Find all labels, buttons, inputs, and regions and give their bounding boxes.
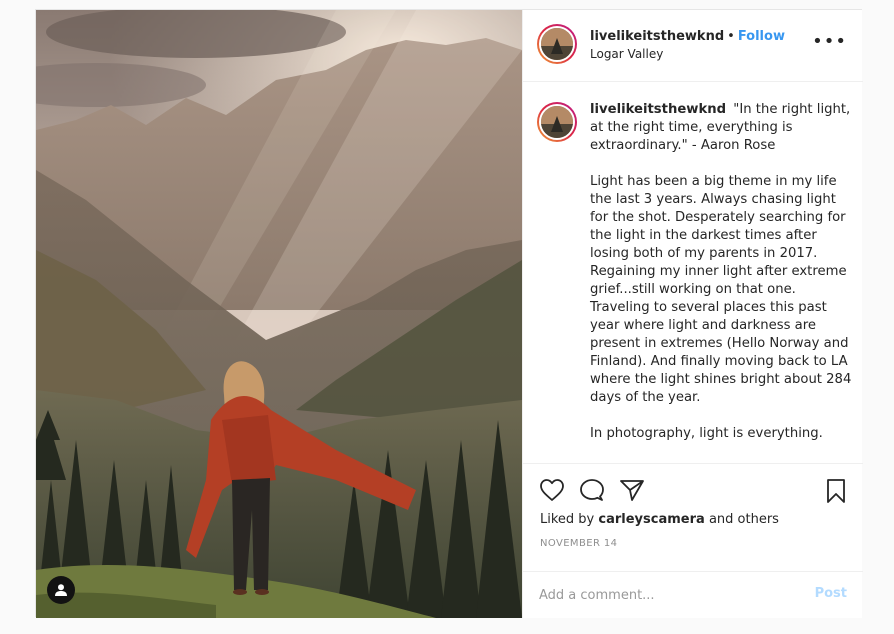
likes-prefix: Liked by (540, 512, 595, 527)
likes-suffix[interactable]: and others (709, 512, 779, 527)
avatar-image (541, 28, 573, 60)
heart-icon[interactable] (539, 478, 565, 502)
comment-input[interactable] (539, 584, 789, 606)
caption-avatar[interactable] (537, 102, 577, 142)
instagram-post: livelikeitsthewknd • Follow Logar Valley •… (35, 9, 863, 618)
liked-by-user[interactable]: carleyscamera (598, 512, 704, 527)
caption-paragraph-2: Light has been a big theme in my life th… (590, 174, 852, 405)
user-tag-icon (55, 584, 67, 596)
profile-avatar[interactable] (537, 24, 577, 64)
follow-button[interactable]: Follow (738, 29, 785, 44)
bookmark-icon[interactable] (825, 478, 847, 504)
comment-icon[interactable] (579, 478, 605, 502)
post-photo[interactable] (36, 10, 522, 618)
post-header: livelikeitsthewknd • Follow Logar Valley •… (523, 10, 863, 82)
post-caption: livelikeitsthewknd "In the right light, … (590, 101, 856, 461)
caption-area: livelikeitsthewknd "In the right light, … (523, 82, 863, 463)
post-side-panel: livelikeitsthewknd • Follow Logar Valley •… (522, 10, 863, 618)
add-comment-bar: Post (523, 571, 863, 618)
likes-summary: Liked by carleyscamera and others (540, 512, 779, 527)
caption-paragraph-1: livelikeitsthewknd "In the right light, … (590, 101, 856, 155)
caption-paragraph-3: In photography, light is everything. (590, 426, 823, 441)
share-icon[interactable] (619, 478, 645, 502)
post-location[interactable]: Logar Valley (590, 47, 663, 61)
user-tag-button[interactable] (47, 576, 75, 604)
post-comment-button[interactable]: Post (815, 586, 847, 601)
avatar-image (541, 106, 573, 138)
mountain-landscape-image (36, 10, 522, 618)
caption-username[interactable]: livelikeitsthewknd (590, 102, 726, 117)
post-username[interactable]: livelikeitsthewknd (590, 29, 724, 44)
separator-dot: • (727, 29, 735, 44)
post-actions: Liked by carleyscamera and others NOVEMB… (523, 463, 863, 571)
more-options-icon[interactable]: ••• (812, 33, 847, 51)
post-date[interactable]: NOVEMBER 14 (540, 538, 617, 549)
